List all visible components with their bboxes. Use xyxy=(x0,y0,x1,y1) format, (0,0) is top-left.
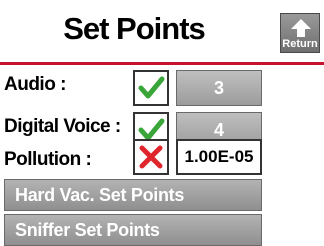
return-label: Return xyxy=(282,38,318,50)
sniffer-set-points-button[interactable]: Sniffer Set Points xyxy=(4,214,262,246)
cross-icon xyxy=(139,145,163,169)
pollution-label: Pollution : xyxy=(4,149,92,170)
hard-vac-set-points-button[interactable]: Hard Vac. Set Points xyxy=(4,179,262,211)
return-button[interactable]: Return xyxy=(280,13,320,53)
page-title: Set Points xyxy=(63,11,206,46)
pollution-checkbox[interactable] xyxy=(133,139,169,175)
audio-checkbox[interactable] xyxy=(133,70,169,106)
header-divider xyxy=(0,62,324,65)
up-arrow-icon xyxy=(291,19,311,37)
digital-voice-label: Digital Voice : xyxy=(4,116,121,137)
pollution-value-field[interactable]: 1.00E-05 xyxy=(176,139,262,175)
title-bar: Set Points Return xyxy=(0,0,324,66)
audio-label: Audio : xyxy=(4,74,66,95)
checkmark-icon xyxy=(138,76,165,99)
audio-value-button[interactable]: 3 xyxy=(176,70,262,106)
